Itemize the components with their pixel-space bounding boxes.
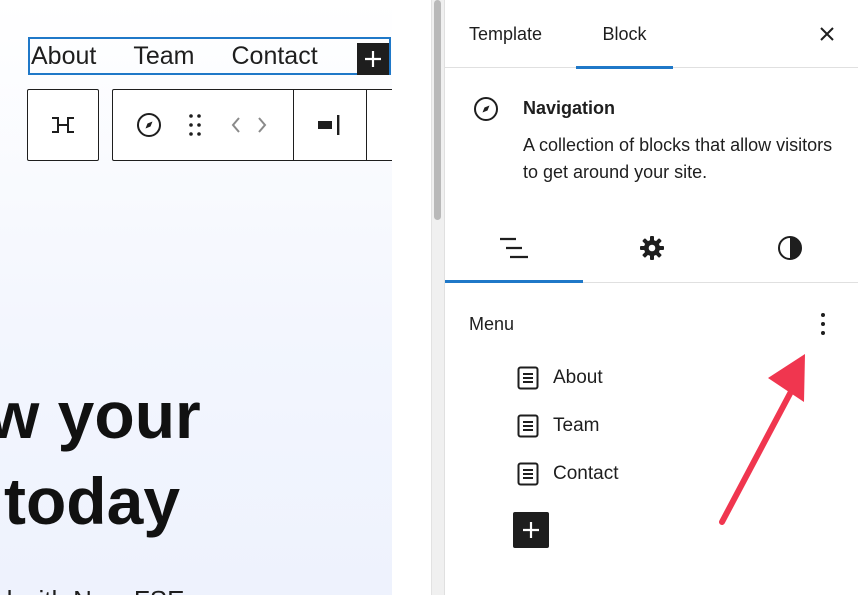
block-card-description: A collection of blocks that allow visito… xyxy=(523,135,833,182)
hero-heading-line-2: today xyxy=(4,464,181,538)
nav-link-about[interactable]: About xyxy=(31,43,96,69)
hero-heading-line-1: w your xyxy=(0,378,201,452)
block-options-button[interactable] xyxy=(367,90,392,160)
sidebar-tabs: Template Block xyxy=(445,0,858,69)
menu-item-contact[interactable]: Contact xyxy=(517,460,618,488)
nav-link-contact[interactable]: Contact xyxy=(231,43,317,69)
compass-icon xyxy=(474,97,498,121)
plus-icon xyxy=(365,51,381,67)
drag-handle[interactable] xyxy=(185,90,205,160)
contrast-icon xyxy=(778,235,802,260)
more-vertical-icon xyxy=(821,313,825,335)
annotation-arrow xyxy=(719,354,805,525)
page-icon xyxy=(517,413,543,439)
tab-block[interactable]: Block xyxy=(576,0,673,69)
close-sidebar-button[interactable] xyxy=(813,20,841,48)
menu-heading: Menu xyxy=(469,314,515,334)
page-icon xyxy=(517,461,543,487)
menu-item-about[interactable]: About xyxy=(517,364,603,392)
page-icon xyxy=(517,365,543,391)
menu-item-team[interactable]: Team xyxy=(517,412,599,440)
menu-options-button[interactable] xyxy=(809,308,837,340)
close-icon xyxy=(820,27,834,41)
nav-link-team[interactable]: Team xyxy=(133,43,194,69)
block-toolbar xyxy=(112,89,392,161)
canvas-scrollbar-thumb[interactable] xyxy=(434,0,441,220)
compass-icon xyxy=(137,113,161,137)
gear-icon xyxy=(640,235,664,260)
drag-handle-icon xyxy=(189,114,201,136)
block-type-button[interactable] xyxy=(113,90,185,160)
list-view-icon xyxy=(500,237,528,258)
tab-styles[interactable] xyxy=(721,213,858,282)
navigation-block[interactable]: About Team Contact xyxy=(28,37,391,75)
plus-icon xyxy=(523,522,539,538)
tab-template[interactable]: Template xyxy=(469,0,542,68)
block-card-title: Navigation xyxy=(523,98,616,118)
add-nav-item-button[interactable] xyxy=(357,43,389,75)
block-card-icon xyxy=(473,96,499,127)
move-buttons[interactable] xyxy=(205,90,293,160)
menu-item-label: About xyxy=(553,367,603,388)
chevron-left-right-icon xyxy=(231,117,267,133)
select-parent-icon xyxy=(52,117,74,133)
add-menu-item-button[interactable] xyxy=(513,512,549,548)
menu-item-label: Team xyxy=(553,415,600,436)
editor-canvas: About Team Contact w your today xyxy=(0,0,392,595)
inspector-tabs xyxy=(445,213,858,283)
justify-right-icon xyxy=(318,115,340,135)
tab-settings[interactable] xyxy=(583,213,721,282)
menu-item-label: Contact xyxy=(553,463,619,484)
tab-list-view[interactable] xyxy=(445,213,583,283)
justification-button[interactable] xyxy=(294,90,366,160)
select-parent-button[interactable] xyxy=(27,89,99,161)
hero-subtext: d with NeosFSE xyxy=(0,585,184,595)
